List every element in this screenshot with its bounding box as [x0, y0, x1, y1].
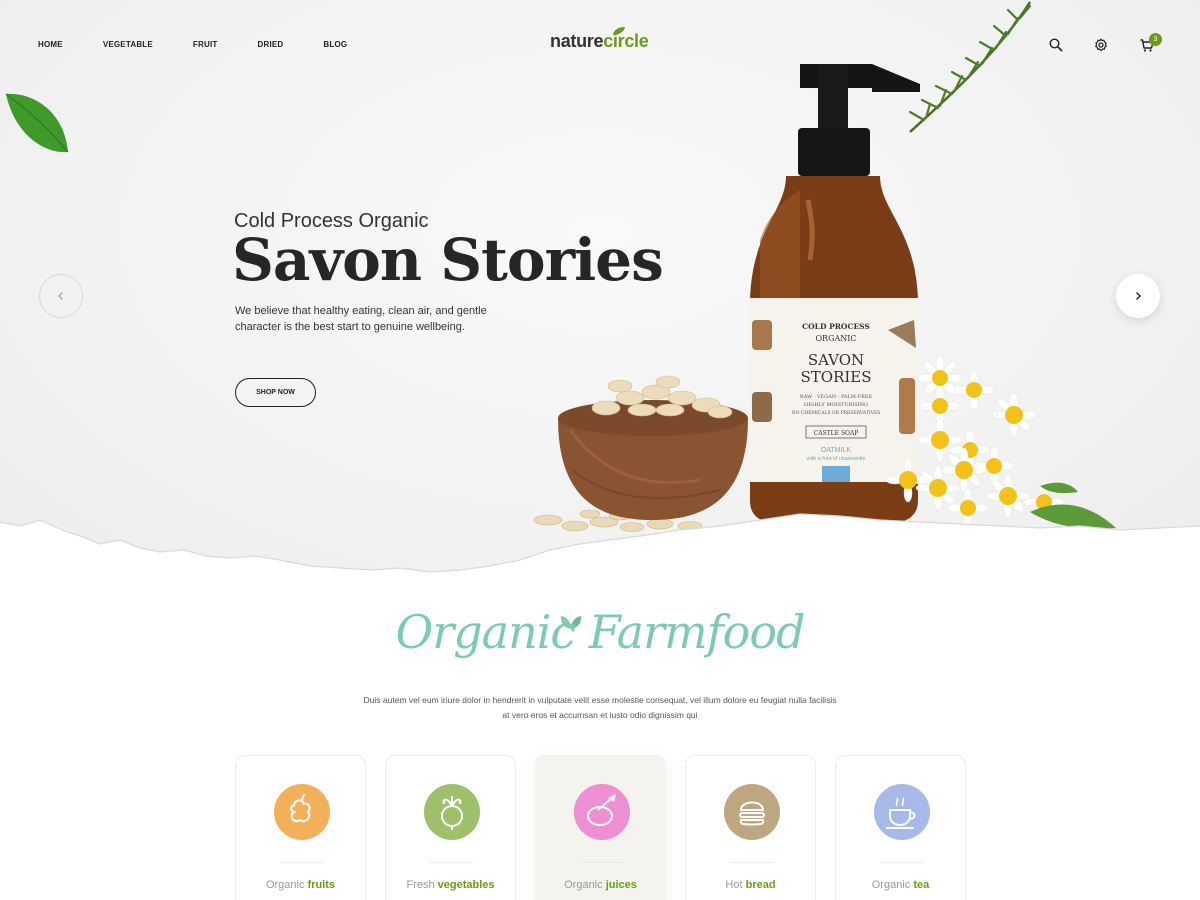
nav-blog[interactable]: BLOG: [323, 40, 347, 49]
card-divider: [880, 862, 923, 863]
label-line1: COLD PROCESS: [802, 322, 870, 331]
slider-prev-button[interactable]: [39, 274, 83, 318]
card-divider: [580, 862, 623, 863]
label-small3: NO CHEMICALS OR PRESERVATIVES: [792, 410, 880, 416]
category-name: tea: [913, 879, 930, 891]
card-divider: [430, 862, 473, 863]
category-card-vegetables[interactable]: Fresh vegetables: [385, 755, 516, 900]
category-cards: Organic fruits Fresh vegetables Organic …: [235, 755, 985, 900]
chevron-left-icon: [58, 292, 63, 300]
nav-fruit[interactable]: FRUIT: [193, 40, 218, 49]
nav-home[interactable]: HOME: [38, 40, 63, 49]
category-prefix: Organic: [265, 879, 305, 891]
nav-vegetable[interactable]: VEGETABLE: [103, 40, 153, 49]
category-prefix: Organic: [564, 879, 603, 891]
category-prefix: Hot: [725, 879, 743, 891]
section-title: Organic Farmfood: [395, 605, 806, 659]
category-label: Organic juices: [536, 879, 665, 891]
label-name2: STORIES: [800, 368, 871, 386]
category-prefix: Fresh: [406, 879, 435, 891]
vegetable-icon: [424, 784, 480, 840]
category-label: Organic tea: [836, 879, 965, 891]
category-label: Hot bread: [686, 879, 815, 891]
label-small1: RAW · VEGAN · PALM-FREE: [800, 394, 873, 400]
section-description: Duis autem vel eum iriure dolor in hendr…: [363, 695, 837, 720]
category-card-juices[interactable]: Organic juices: [535, 755, 666, 900]
category-name: bread: [745, 879, 776, 891]
tea-icon: [874, 784, 930, 840]
category-prefix: Organic: [871, 879, 911, 891]
torn-paper-edge: [0, 513, 1200, 580]
label-flavor-sub: with a hint of chamomile: [806, 456, 866, 462]
category-card-fruits[interactable]: Organic fruits: [235, 755, 366, 900]
nav-dried[interactable]: DRIED: [257, 40, 283, 49]
label-box: CASTLE SOAP: [814, 430, 859, 437]
main-nav: HOME VEGETABLE FRUIT DRIED BLOG: [38, 40, 387, 49]
leaf-decoration-icon: [5, 93, 69, 153]
category-name: fruits: [307, 879, 336, 891]
hero-description: We believe that healthy eating, clean ai…: [235, 305, 487, 333]
cart-count-badge: 3: [1149, 33, 1162, 46]
hero-slider: HOME VEGETABLE FRUIT DRIED BLOG natureci…: [0, 0, 1200, 580]
burger-icon: [724, 784, 780, 840]
soap-bottle-image: COLD PROCESS ORGANIC SAVON STORIES RAW ·…: [533, 64, 1116, 532]
category-label: Fresh vegetables: [386, 879, 515, 891]
fruit-icon: [274, 784, 330, 840]
label-small2: HIGHLY MOISTURISING: [804, 402, 868, 408]
category-label: Organic fruits: [236, 879, 365, 891]
category-name: vegetables: [437, 879, 495, 891]
label-name1: SAVON: [808, 351, 864, 369]
shop-now-button[interactable]: SHOP NOW: [235, 378, 316, 407]
category-name: juices: [605, 879, 637, 891]
card-divider: [280, 862, 323, 863]
category-card-tea[interactable]: Organic tea: [835, 755, 966, 900]
category-card-bread[interactable]: Hot bread: [685, 755, 816, 900]
label-line2: ORGANIC: [815, 334, 856, 343]
label-flavor: OATMILK: [821, 447, 852, 454]
card-divider: [730, 862, 773, 863]
juice-icon: [574, 784, 630, 840]
